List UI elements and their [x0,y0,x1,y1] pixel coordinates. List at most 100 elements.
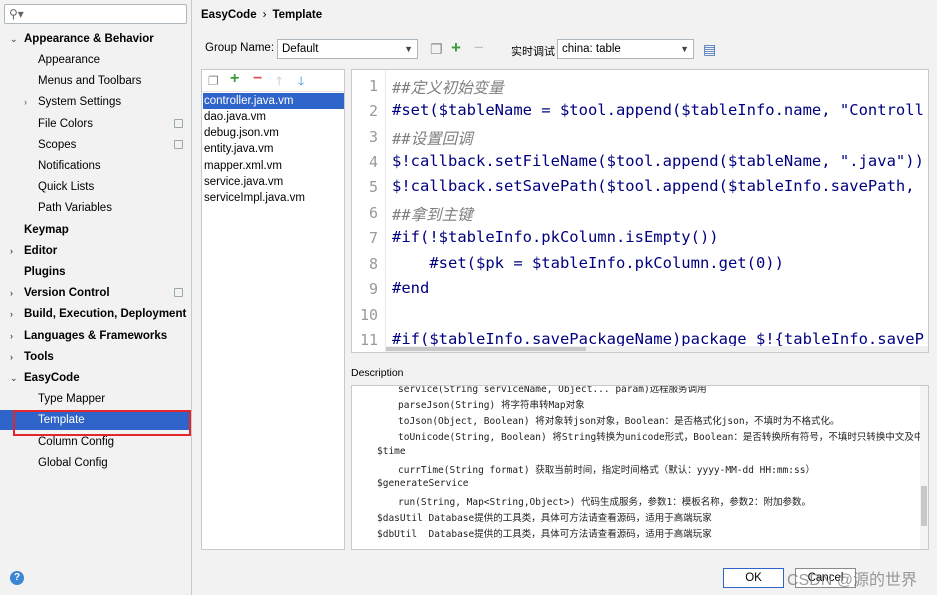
description-line: toUnicode(String, Boolean) 将String转换为uni… [398,432,924,443]
tree-item-languages-frameworks[interactable]: › Languages & Frameworks [0,326,191,346]
ok-button[interactable]: OK [723,568,784,588]
project-config-icon [174,119,183,128]
line-number: 7 [368,229,378,247]
file-item[interactable]: entity.java.vm [203,141,344,157]
preview-icon[interactable]: ▤ [703,42,716,56]
tree-item-type-mapper[interactable]: Type Mapper [0,389,191,409]
chevron-right-icon: › [10,309,13,319]
settings-sidebar: ⚲▾ ⌄ Appearance & Behavior Appearance Men… [0,0,192,595]
tree-item-plugins[interactable]: Plugins [0,262,191,282]
tree-item-label: Type Mapper [38,393,106,405]
copy-group-icon[interactable]: ❐ [430,42,443,56]
editor-horizontal-scrollbar[interactable] [386,346,928,352]
tree-item-tools[interactable]: › Tools [0,347,191,367]
line-number-gutter: 1 2 3 4 5 6 7 8 9 10 11 [352,70,386,352]
chevron-right-icon: › [10,288,13,298]
tree-item-appearance[interactable]: Appearance [0,50,191,70]
description-line: $time [377,446,406,457]
copy-file-icon[interactable]: ❐ [208,74,219,88]
code-line: ##设置回调 [392,130,473,148]
tree-item-label: Appearance & Behavior [24,33,154,45]
tree-item-label: Global Config [38,457,108,469]
file-item[interactable]: service.java.vm [203,174,344,190]
tree-item-version-control[interactable]: › Version Control [0,283,191,303]
description-line: $dbUtil Database提供的工具类，具体可方法请查看源码，适用于高端玩… [377,529,712,540]
code-line: ##定义初始变量 [392,79,504,97]
project-config-icon [174,288,183,297]
tree-item-editor[interactable]: › Editor [0,241,191,261]
move-up-icon[interactable]: 🡑 [276,74,282,88]
tree-item-file-colors[interactable]: File Colors [0,114,191,134]
tree-item-quick-lists[interactable]: Quick Lists [0,177,191,197]
tree-item-label: Tools [24,351,54,363]
remove-group-icon[interactable]: − [474,39,484,56]
debug-table-select[interactable]: china: table ▼ [557,39,694,59]
project-config-icon [174,140,183,149]
description-line: currTime(String format) 获取当前时间，指定时间格式（默认… [398,465,815,476]
description-line: $generateService [377,478,469,489]
tree-item-label: Path Variables [38,202,112,214]
tree-item-path-variables[interactable]: Path Variables [0,198,191,218]
tree-item-scopes[interactable]: Scopes [0,135,191,155]
code-line: ##拿到主键 [392,206,473,224]
description-label: Description [351,367,404,379]
line-number: 10 [359,306,378,324]
description-line: parseJson(String) 将字符串转Map对象 [398,400,585,411]
description-line: service(String serviceName, Object... pa… [398,385,707,395]
template-file-list: ❐ + − 🡑 🡓 controller.java.vm dao.java.vm… [201,69,345,550]
code-line: #end [392,279,430,297]
line-number: 11 [359,331,378,349]
file-item[interactable]: debug.json.vm [203,125,344,141]
chevron-right-icon: › [10,352,13,362]
tree-item-label: Keymap [24,224,69,236]
tree-item-global-config[interactable]: Global Config [0,453,191,473]
tree-item-keymap[interactable]: Keymap [0,220,191,240]
tree-item-appearance-behavior[interactable]: ⌄ Appearance & Behavior [0,29,191,49]
code-line: #set($pk = $tableInfo.pkColumn.get(0)) [392,254,784,272]
line-number: 5 [368,178,378,196]
help-icon[interactable]: ? [10,571,24,585]
tree-item-easycode[interactable]: ⌄ EasyCode [0,368,191,388]
tree-item-system-settings[interactable]: › System Settings [0,92,191,112]
add-file-icon[interactable]: + [230,71,239,87]
description-line: $dasUtil Database提供的工具类，具体可方法请查看源码，适用于高端… [377,513,712,524]
template-code-editor[interactable]: 1 2 3 4 5 6 7 8 9 10 11 ##定义初始变量 #set($t… [351,69,929,353]
group-name-select[interactable]: Default ▼ [277,39,418,59]
line-number: 6 [368,204,378,222]
description-panel[interactable]: service(String serviceName, Object... pa… [351,385,929,550]
tree-item-label: Editor [24,245,58,257]
debug-label: 实时调试 [511,46,555,58]
search-input[interactable]: ⚲▾ [4,4,187,24]
tree-item-build-execution[interactable]: › Build, Execution, Deployment [0,304,191,324]
tree-item-label: Menus and Toolbars [38,75,142,87]
add-group-icon[interactable]: + [451,39,461,56]
file-item[interactable]: serviceImpl.java.vm [203,190,344,206]
debug-table-value: china: table [562,43,621,55]
code-line: $!callback.setFileName($tool.append($tab… [392,152,924,170]
breadcrumb-current: Template [272,9,323,21]
code-line: #set($tableName = $tool.append($tableInf… [392,101,924,119]
file-item[interactable]: controller.java.vm [203,93,344,109]
chevron-down-icon: ▼ [404,44,413,54]
tree-item-label: File Colors [38,118,93,130]
tree-item-label: Languages & Frameworks [24,330,168,342]
tree-item-notifications[interactable]: Notifications [0,156,191,176]
file-item[interactable]: mapper.xml.vm [203,158,344,174]
chevron-right-icon: › [10,331,13,341]
line-number: 4 [368,153,378,171]
chevron-down-icon: ⌄ [10,373,18,383]
line-number: 8 [368,255,378,273]
tree-item-label: Plugins [24,266,66,278]
line-number: 1 [368,77,378,95]
tree-item-label: EasyCode [24,372,80,384]
description-line: run(String, Map<String,Object>) 代码生成服务，参… [398,497,811,508]
file-item[interactable]: dao.java.vm [203,109,344,125]
line-number: 9 [368,280,378,298]
remove-file-icon[interactable]: − [253,71,262,87]
scrollbar-thumb[interactable] [921,486,927,526]
watermark: CSDN @源的世界 [787,572,918,589]
scrollbar-thumb[interactable] [386,347,586,351]
description-vertical-scrollbar[interactable] [920,386,928,549]
tree-item-menus-toolbars[interactable]: Menus and Toolbars [0,71,191,91]
move-down-icon[interactable]: 🡓 [298,74,304,88]
